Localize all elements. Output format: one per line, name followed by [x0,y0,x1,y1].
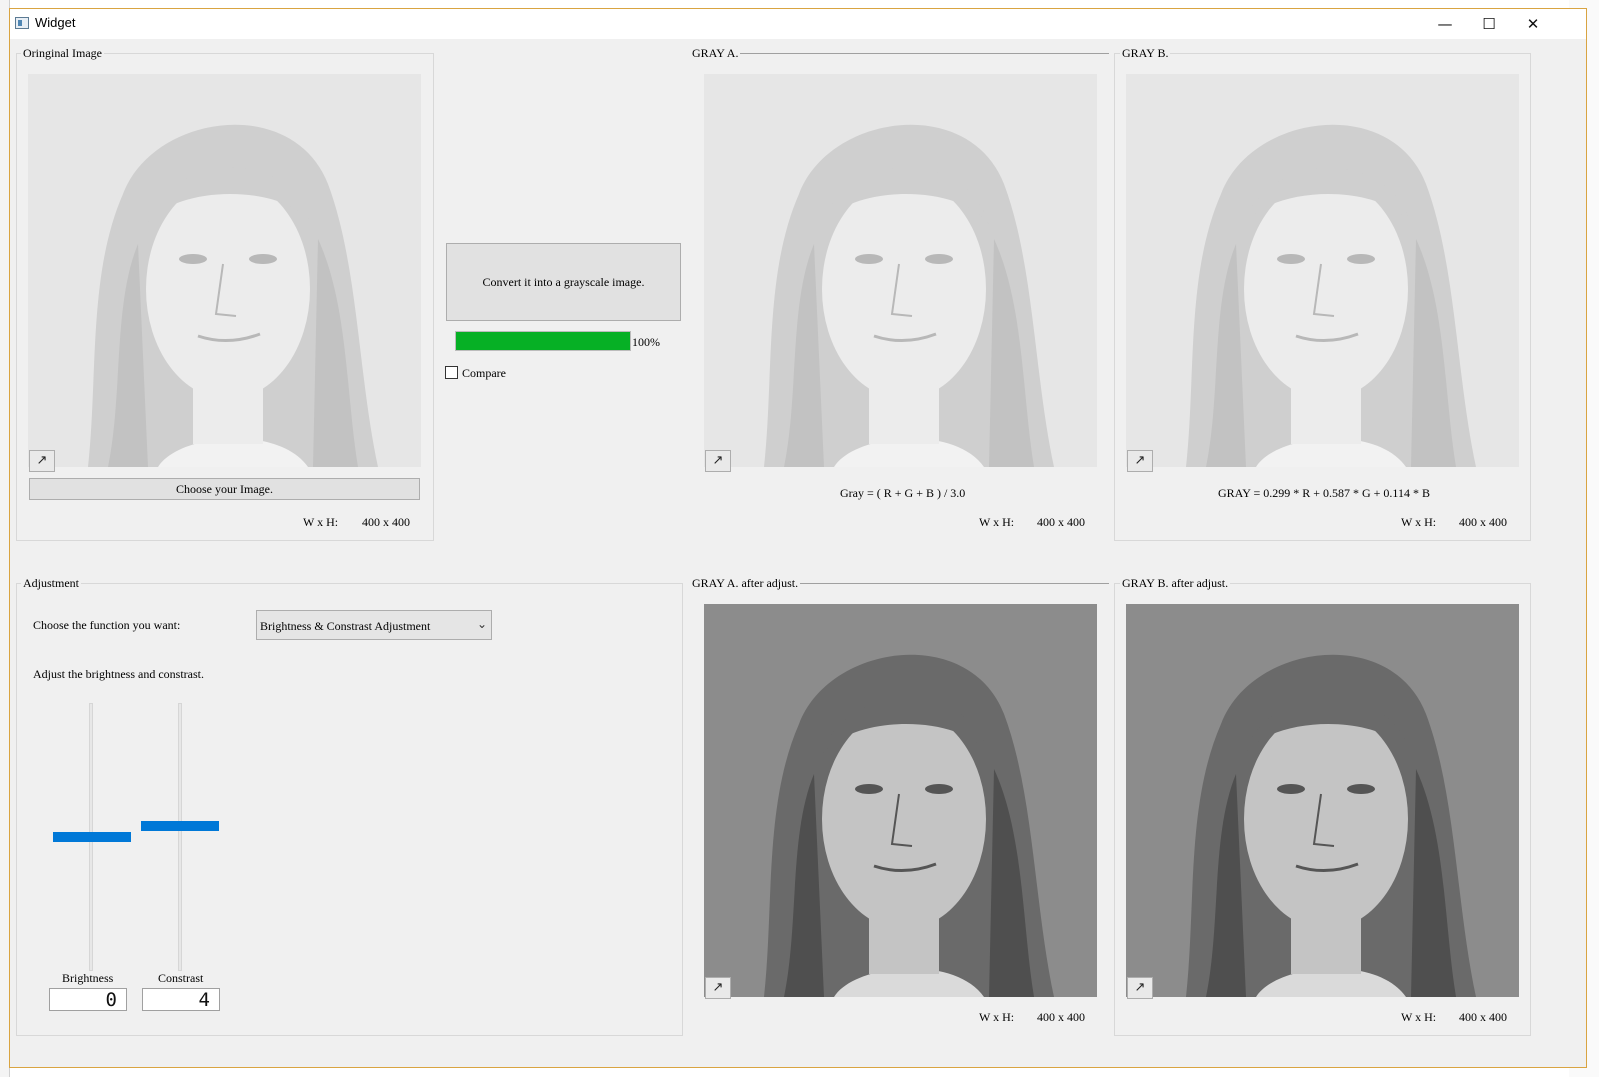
original-wh-value: 400 x 400 [362,515,410,529]
portrait-face [1244,179,1408,399]
function-select[interactable]: Brightness & Constrast Adjustment ⌄ [256,610,492,640]
expand-arrow-icon: ↗ [712,980,724,995]
gray-a-image [704,74,1097,467]
progress-fill [456,332,630,350]
portrait-right-eye [1347,254,1375,264]
gray-b-adj-wh-label: W x H: [1401,1010,1437,1024]
expand-gray-b-adj-button[interactable]: ↗ [1127,977,1153,999]
adjustment-group [16,583,683,1036]
close-button[interactable]: ✕ [1510,9,1556,39]
gray-a-adj-wh-label: W x H: [979,1010,1015,1024]
function-select-value: Brightness & Constrast Adjustment [260,619,431,633]
brightness-slider-handle[interactable] [53,832,131,842]
portrait-face [822,709,986,929]
constrast-lcd: 4 [142,988,220,1011]
portrait-left-eye [1277,254,1305,264]
expand-arrow-icon: ↗ [1134,980,1146,995]
choose-function-label: Choose the function you want: [33,618,181,632]
original-image [28,74,421,467]
gray-a-formula: Gray = ( R + G + B ) / 3.0 [840,486,966,500]
gray-a-adj-group-label: GRAY A. after adjust. [690,576,801,591]
portrait-right-eye [925,784,953,794]
gray-b-adj-group-label: GRAY B. after adjust. [1120,576,1231,591]
expand-arrow-icon: ↗ [712,453,724,468]
expand-gray-b-button[interactable]: ↗ [1127,450,1153,472]
portrait-right-eye [925,254,953,264]
constrast-slider-track[interactable] [178,703,182,971]
constrast-value: 4 [198,989,211,1011]
brightness-label: Brightness [62,971,114,985]
compare-checkbox[interactable] [445,366,458,379]
gray-b-wh-value: 400 x 400 [1459,515,1507,529]
gray-b-image [1126,74,1519,467]
convert-grayscale-button[interactable]: Convert it into a grayscale image. [446,243,681,321]
portrait-right-eye [249,254,277,264]
app-icon [15,17,29,29]
gray-b-group-label: GRAY B. [1120,46,1171,61]
brightness-lcd: 0 [49,988,127,1011]
window-title: Widget [35,15,76,30]
original-wh-label: W x H: [303,515,339,529]
original-image-group-label: Oringinal Image [21,46,104,61]
portrait-face [146,179,310,399]
minimize-button[interactable]: — [1422,9,1468,39]
convert-progress-bar [455,331,631,351]
maximize-button[interactable]: ☐ [1466,9,1512,39]
adjustment-group-label: Adjustment [21,576,81,591]
gray-b-adjusted-image [1126,604,1519,997]
gray-b-formula: GRAY = 0.299 * R + 0.587 * G + 0.114 * B [1218,486,1430,500]
portrait-face [822,179,986,399]
gray-a-divider [740,53,1109,54]
adjust-instructions-label: Adjust the brightness and constrast. [33,667,204,681]
portrait-right-eye [1347,784,1375,794]
gray-a-adj-wh-value: 400 x 400 [1037,1010,1085,1024]
portrait-left-eye [1277,784,1305,794]
gray-b-wh-label: W x H: [1401,515,1437,529]
gray-a-wh-label: W x H: [979,515,1015,529]
portrait-face [1244,709,1408,929]
compare-label: Compare [462,366,506,380]
portrait-left-eye [855,784,883,794]
gray-a-group-label: GRAY A. [690,46,741,61]
expand-arrow-icon: ↗ [1134,453,1146,468]
constrast-slider-handle[interactable] [141,821,219,832]
chevron-down-icon: ⌄ [476,617,487,631]
gray-a-wh-value: 400 x 400 [1037,515,1085,529]
gray-b-adj-wh-value: 400 x 400 [1459,1010,1507,1024]
expand-gray-a-button[interactable]: ↗ [705,450,731,472]
expand-arrow-icon: ↗ [36,453,48,468]
expand-gray-a-adj-button[interactable]: ↗ [705,977,731,999]
portrait-left-eye [179,254,207,264]
title-bar[interactable]: Widget — ☐ ✕ [10,9,1586,39]
expand-original-button[interactable]: ↗ [29,450,55,472]
progress-text: 100% [632,335,660,349]
gray-a-adj-divider [796,583,1109,584]
choose-image-button[interactable]: Choose your Image. [29,478,420,500]
gray-a-adjusted-image [704,604,1097,997]
brightness-value: 0 [105,989,118,1011]
constrast-label: Constrast [158,971,204,985]
portrait-left-eye [855,254,883,264]
